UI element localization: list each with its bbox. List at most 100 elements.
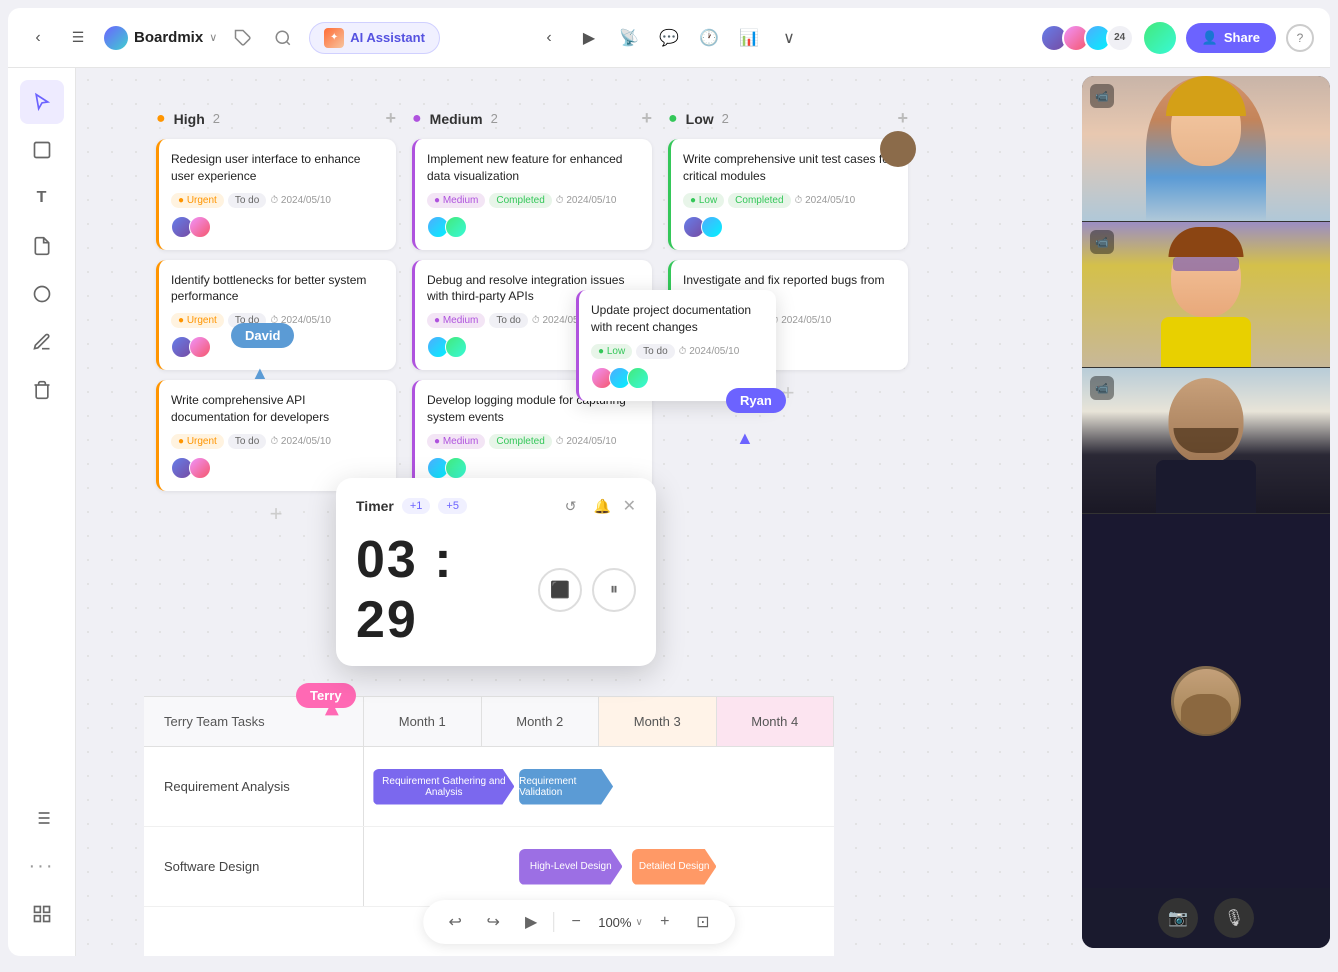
sidebar-tool-dots[interactable]: ···	[20, 844, 64, 888]
card-tags: ● Urgent To do ⏱ 2024/05/10	[171, 313, 384, 328]
gantt-row-label-1: Requirement Analysis	[144, 747, 364, 826]
card-high-2[interactable]: Identify bottlenecks for better system p…	[156, 260, 396, 371]
camera-icon-2[interactable]: 📹	[1090, 230, 1114, 254]
fullscreen-button[interactable]: ⊡	[687, 906, 719, 938]
camera-icon-1[interactable]: 📹	[1090, 84, 1114, 108]
menu-button[interactable]: ☰	[64, 24, 92, 52]
cursor-david-pointer: ▲	[251, 363, 269, 384]
timer-label: Timer	[356, 498, 394, 514]
mute-camera-button[interactable]: 📷	[1158, 898, 1198, 938]
person-3-display	[1082, 368, 1330, 513]
sidebar-tool-pen[interactable]	[20, 320, 64, 364]
gantt-bar-highlevel[interactable]: High-Level Design	[519, 849, 622, 885]
gantt-row-content-2: High-Level Design Detailed Design	[364, 827, 834, 906]
person-1-silhouette	[1146, 76, 1266, 221]
timer-close-button[interactable]: ✕	[623, 496, 636, 516]
sidebar-tool-list[interactable]	[20, 796, 64, 840]
toolbar-center: ‹ ▶ 📡 💬 🕐 📊 ∨	[533, 22, 805, 54]
sidebar-tool-grid[interactable]	[20, 892, 64, 936]
gantt-month-3: Month 3	[599, 697, 717, 746]
floating-card-title: Update project documentation with recent…	[591, 302, 764, 336]
play-icon[interactable]: ▶	[573, 22, 605, 54]
col-title-low: Low	[686, 111, 714, 127]
timer-volume-icon[interactable]: 🔔	[591, 494, 615, 518]
col-add-high[interactable]: +	[385, 108, 396, 129]
nav-prev-icon[interactable]: ‹	[533, 22, 565, 54]
timer-pause-button[interactable]: ⏸	[592, 568, 636, 612]
sidebar-tool-eraser[interactable]	[20, 368, 64, 412]
toolbar-divider	[553, 912, 554, 932]
search-button[interactable]	[269, 24, 297, 52]
zoom-in-button[interactable]: +	[649, 906, 681, 938]
card-high-3[interactable]: Write comprehensive API documentation fo…	[156, 380, 396, 491]
gantt-bar-detailed[interactable]: Detailed Design	[632, 849, 717, 885]
avatar	[445, 336, 467, 358]
card-avatars	[683, 216, 723, 238]
zoom-out-button[interactable]: −	[560, 906, 592, 938]
card-avatars	[427, 216, 467, 238]
mute-mic-button[interactable]: 🎙	[1214, 898, 1254, 938]
timer-refresh-icon[interactable]: ↺	[559, 494, 583, 518]
person-3-silhouette	[1141, 368, 1271, 513]
camera-icon-3[interactable]: 📹	[1090, 376, 1114, 400]
ai-label: AI Assistant	[350, 30, 425, 45]
timer-popup: Timer +1 +5 ↺ 🔔 ✕ 03 : 29 ⬛ ⏸	[336, 478, 656, 666]
tag-icon[interactable]	[229, 24, 257, 52]
priority-tag: ● Urgent	[171, 193, 224, 208]
col-add-medium[interactable]: +	[641, 108, 652, 129]
sidebar-tool-frame[interactable]	[20, 128, 64, 172]
card-footer	[427, 216, 640, 238]
ai-icon: ✦	[324, 28, 344, 48]
share-icon: 👤	[1202, 30, 1218, 46]
avatar	[189, 336, 211, 358]
zoom-percentage: 100%	[598, 915, 631, 930]
card-low-1[interactable]: Write comprehensive unit test cases for …	[668, 139, 908, 250]
history-icon[interactable]: 🕐	[693, 22, 725, 54]
priority-tag: ● Medium	[427, 193, 485, 208]
redo-button[interactable]: ↪	[477, 906, 509, 938]
undo-button[interactable]: ↩	[439, 906, 471, 938]
cursor-terry-pointer: ▶	[320, 702, 341, 716]
main-layout: T ··· ●	[0, 68, 1338, 956]
gantt-bar-req-gathering[interactable]: Requirement Gathering and Analysis	[373, 769, 514, 805]
zoom-level[interactable]: 100% ∨	[598, 915, 643, 930]
share-button[interactable]: 👤 Share	[1186, 23, 1276, 53]
help-button[interactable]: ?	[1286, 24, 1314, 52]
card-date: ⏱ 2024/05/10	[556, 434, 617, 449]
logo-area[interactable]: Boardmix ∨	[104, 26, 217, 50]
card-avatars	[427, 336, 467, 358]
back-button[interactable]: ‹	[24, 24, 52, 52]
timer-top-controls: ↺ 🔔 ✕	[559, 494, 636, 518]
priority-tag: ● Low	[591, 344, 632, 359]
gantt-bar-req-validation[interactable]: Requirement Validation	[519, 769, 613, 805]
sidebar-tool-select[interactable]	[20, 80, 64, 124]
play-button[interactable]: ▶	[515, 906, 547, 938]
card-title: Write comprehensive API documentation fo…	[171, 392, 384, 426]
video-controls: 📷 🎙	[1082, 888, 1330, 948]
person-2-silhouette	[1146, 222, 1266, 367]
card-med-1[interactable]: Implement new feature for enhanced data …	[412, 139, 652, 250]
canvas[interactable]: ● High 2 + Redesign user interface to en…	[76, 68, 1082, 956]
more-tools-icon[interactable]: ∨	[773, 22, 805, 54]
avatar	[701, 216, 723, 238]
ai-assistant-button[interactable]: ✦ AI Assistant	[309, 22, 440, 54]
sidebar-tool-shape[interactable]	[20, 272, 64, 316]
chart-icon[interactable]: 📊	[733, 22, 765, 54]
my-avatar[interactable]	[1144, 22, 1176, 54]
gantt-month-1: Month 1	[364, 697, 482, 746]
card-footer	[171, 336, 384, 358]
status-tag: To do	[228, 434, 266, 449]
sidebar-tool-text[interactable]: T	[20, 176, 64, 220]
timer-stop-button[interactable]: ⬛	[538, 568, 582, 612]
person-1-display	[1082, 76, 1330, 221]
zoom-chevron-icon: ∨	[635, 917, 642, 928]
timer-buttons: ⬛ ⏸	[538, 568, 636, 612]
toolbar-left: ‹ ☰ Boardmix ∨ ✦ AI Assistant	[24, 22, 1028, 54]
share-screen-icon[interactable]: 📡	[613, 22, 645, 54]
card-high-1[interactable]: Redesign user interface to enhance user …	[156, 139, 396, 250]
col-add-low[interactable]: +	[897, 108, 908, 129]
comment-icon[interactable]: 💬	[653, 22, 685, 54]
card-tags: ● Urgent To do ⏱ 2024/05/10	[171, 434, 384, 449]
sidebar-tool-sticky[interactable]	[20, 224, 64, 268]
priority-tag: ● Urgent	[171, 434, 224, 449]
